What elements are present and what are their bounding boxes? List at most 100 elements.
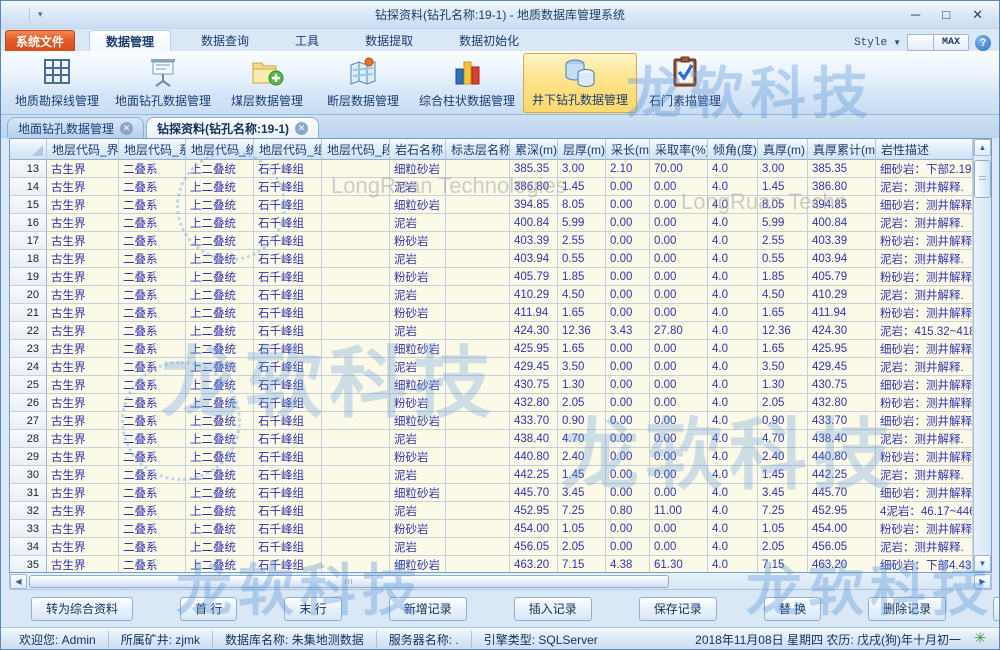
maximize-button[interactable]: □ [942, 8, 950, 21]
cell-lithology-description[interactable]: 粉砂岩：测井解释. [876, 520, 973, 538]
cell-core-length[interactable]: 0.00 [606, 196, 650, 214]
cell-recovery-rate[interactable]: 0.00 [650, 340, 708, 358]
cell-recovery-rate[interactable]: 0.00 [650, 304, 708, 322]
cell-stratum-zu[interactable]: 石千峰组 [254, 430, 322, 448]
cell-stratum-tong[interactable]: 上二叠统 [186, 340, 254, 358]
cell-lithology-description[interactable]: 细砂岩：测井解释. [876, 412, 973, 430]
ribbon-button[interactable]: 井下钻孔数据管理 [523, 53, 637, 113]
minimize-button[interactable]: ─ [911, 8, 920, 21]
cell-marker-layer[interactable] [446, 448, 510, 466]
cell-core-length[interactable]: 0.00 [606, 304, 650, 322]
cell-dip-angle[interactable]: 4.0 [708, 412, 758, 430]
cell-cumulative-depth[interactable]: 442.25 [510, 466, 558, 484]
cell-recovery-rate[interactable]: 0.00 [650, 178, 708, 196]
cell-rock-name[interactable]: 细粒砂岩 [390, 412, 446, 430]
cell-layer-thickness[interactable]: 1.65 [558, 340, 606, 358]
ribbon-tab[interactable]: 数据初始化 [443, 30, 535, 51]
cell-core-length[interactable]: 0.00 [606, 268, 650, 286]
cell-stratum-xi[interactable]: 二叠系 [119, 556, 186, 572]
cell-stratum-jie[interactable]: 古生界 [47, 322, 119, 340]
document-tab[interactable]: 钻探资料(钻孔名称:19-1) ✕ [146, 117, 319, 138]
cell-stratum-zu[interactable]: 石千峰组 [254, 286, 322, 304]
cell-stratum-xi[interactable]: 二叠系 [119, 304, 186, 322]
cell-true-thickness[interactable]: 1.30 [758, 376, 808, 394]
cell-stratum-zu[interactable]: 石千峰组 [254, 448, 322, 466]
cell-dip-angle[interactable]: 4.0 [708, 232, 758, 250]
cell-stratum-zu[interactable]: 石千峰组 [254, 250, 322, 268]
cell-true-thickness[interactable]: 5.99 [758, 214, 808, 232]
cell-stratum-jie[interactable]: 古生界 [47, 394, 119, 412]
cell-stratum-zu[interactable]: 石千峰组 [254, 232, 322, 250]
quick-access-toolbar[interactable]: ▾ [1, 8, 43, 22]
cell-lithology-description[interactable]: 粉砂岩：测井解释. [876, 268, 973, 286]
cell-stratum-duan[interactable] [322, 250, 390, 268]
cell-stratum-xi[interactable]: 二叠系 [119, 340, 186, 358]
cell-core-length[interactable]: 0.00 [606, 286, 650, 304]
cell-marker-layer[interactable] [446, 484, 510, 502]
cell-layer-thickness[interactable]: 2.05 [558, 394, 606, 412]
cell-stratum-jie[interactable]: 古生界 [47, 376, 119, 394]
cell-true-thickness[interactable]: 4.70 [758, 430, 808, 448]
cell-dip-angle[interactable]: 4.0 [708, 286, 758, 304]
cell-rock-name[interactable]: 泥岩 [390, 358, 446, 376]
cell-stratum-zu[interactable]: 石千峰组 [254, 376, 322, 394]
ribbon-button[interactable]: 断层数据管理 [315, 53, 411, 113]
cell-stratum-zu[interactable]: 石千峰组 [254, 412, 322, 430]
cell-marker-layer[interactable] [446, 466, 510, 484]
cell-stratum-xi[interactable]: 二叠系 [119, 214, 186, 232]
cell-stratum-zu[interactable]: 石千峰组 [254, 196, 322, 214]
row-selector[interactable]: 23 [10, 340, 47, 358]
cell-lithology-description[interactable]: 泥岩：测井解释. [876, 178, 973, 196]
cell-true-thickness[interactable]: 8.05 [758, 196, 808, 214]
cell-lithology-description[interactable]: 泥岩：测井解释. [876, 214, 973, 232]
row-selector[interactable]: 33 [10, 520, 47, 538]
cell-cumulative-depth[interactable]: 440.80 [510, 448, 558, 466]
cell-marker-layer[interactable] [446, 196, 510, 214]
cell-true-thickness[interactable]: 3.00 [758, 160, 808, 178]
cell-stratum-tong[interactable]: 上二叠统 [186, 196, 254, 214]
cell-recovery-rate[interactable]: 0.00 [650, 286, 708, 304]
cell-true-thickness-total[interactable]: 403.39 [808, 232, 876, 250]
cell-stratum-zu[interactable]: 石千峰组 [254, 340, 322, 358]
cell-lithology-description[interactable]: 细砂岩：测井解释. [876, 340, 973, 358]
cell-recovery-rate[interactable]: 0.00 [650, 520, 708, 538]
column-header[interactable] [10, 139, 47, 160]
cell-stratum-duan[interactable] [322, 196, 390, 214]
cell-dip-angle[interactable]: 4.0 [708, 376, 758, 394]
cell-stratum-duan[interactable] [322, 268, 390, 286]
cell-true-thickness-total[interactable]: 445.70 [808, 484, 876, 502]
cell-rock-name[interactable]: 细粒砂岩 [390, 556, 446, 572]
row-selector[interactable]: 24 [10, 358, 47, 376]
cell-stratum-jie[interactable]: 古生界 [47, 538, 119, 556]
cell-core-length[interactable]: 0.00 [606, 394, 650, 412]
column-header[interactable]: 采取率(%) [650, 139, 708, 160]
cell-rock-name[interactable]: 泥岩 [390, 286, 446, 304]
cell-rock-name[interactable]: 粉砂岩 [390, 232, 446, 250]
cell-stratum-zu[interactable]: 石千峰组 [254, 394, 322, 412]
cell-true-thickness-total[interactable]: 432.80 [808, 394, 876, 412]
cell-dip-angle[interactable]: 4.0 [708, 484, 758, 502]
cell-layer-thickness[interactable]: 1.30 [558, 376, 606, 394]
cell-stratum-jie[interactable]: 古生界 [47, 232, 119, 250]
cell-stratum-zu[interactable]: 石千峰组 [254, 304, 322, 322]
cell-layer-thickness[interactable]: 1.45 [558, 178, 606, 196]
cell-marker-layer[interactable] [446, 556, 510, 572]
cell-stratum-xi[interactable]: 二叠系 [119, 502, 186, 520]
cell-core-length[interactable]: 0.00 [606, 232, 650, 250]
ribbon-button[interactable]: 地面钻孔数据管理 [107, 53, 219, 113]
cell-rock-name[interactable]: 泥岩 [390, 322, 446, 340]
cell-layer-thickness[interactable]: 7.25 [558, 502, 606, 520]
footer-button[interactable]: 末 行 [284, 597, 341, 621]
cell-cumulative-depth[interactable]: 445.70 [510, 484, 558, 502]
cell-true-thickness-total[interactable]: 430.75 [808, 376, 876, 394]
cell-stratum-duan[interactable] [322, 286, 390, 304]
scroll-down-icon[interactable]: ▼ [974, 555, 991, 572]
cell-stratum-duan[interactable] [322, 394, 390, 412]
cell-stratum-tong[interactable]: 上二叠统 [186, 250, 254, 268]
cell-stratum-jie[interactable]: 古生界 [47, 430, 119, 448]
cell-stratum-xi[interactable]: 二叠系 [119, 412, 186, 430]
cell-stratum-jie[interactable]: 古生界 [47, 196, 119, 214]
cell-stratum-tong[interactable]: 上二叠统 [186, 322, 254, 340]
cell-layer-thickness[interactable]: 1.05 [558, 520, 606, 538]
cell-stratum-tong[interactable]: 上二叠统 [186, 520, 254, 538]
